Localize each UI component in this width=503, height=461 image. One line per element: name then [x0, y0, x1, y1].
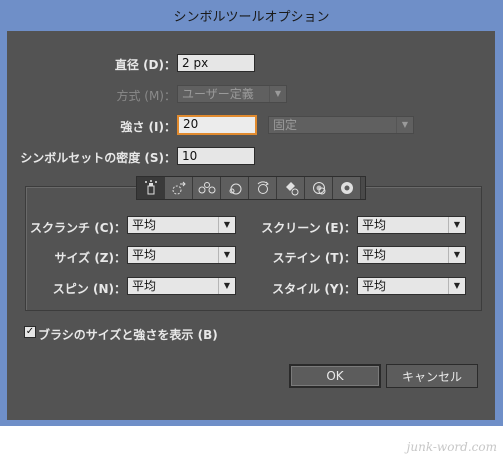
scrunch-label: スクランチ (C)： — [30, 221, 126, 235]
symbol-screener-button[interactable] — [305, 177, 333, 199]
stain-label: ステイン (T)： — [272, 251, 356, 265]
chevron-down-icon: ▼ — [448, 217, 465, 233]
diameter-label: 直径 (D)： — [114, 58, 176, 72]
symbol-shifter-button[interactable] — [165, 177, 193, 199]
screen-dropdown[interactable]: 平均 ▼ — [357, 216, 466, 234]
shifter-icon — [172, 181, 186, 195]
ok-button-label: OK — [326, 369, 344, 383]
chevron-down-icon: ▼ — [269, 86, 286, 102]
intensity-label: 強さ (I)： — [120, 120, 176, 134]
ok-button[interactable]: OK — [289, 364, 381, 388]
screen-value: 平均 — [362, 218, 387, 232]
method-dropdown: ユーザー定義 ▼ — [177, 85, 287, 103]
pressure-dropdown: 固定 ▼ — [268, 116, 414, 134]
spin-value: 平均 — [132, 279, 157, 293]
diameter-field[interactable]: 2 px — [177, 54, 255, 72]
cancel-button-label: キャンセル — [401, 369, 462, 384]
sprayer-icon — [144, 180, 157, 195]
size-value: 平均 — [132, 248, 157, 262]
symbol-sprayer-button[interactable] — [137, 177, 165, 199]
show-brush-checkbox[interactable]: ✓ — [24, 326, 36, 338]
symbol-styler-button[interactable] — [333, 177, 361, 199]
size-label: サイズ (Z)： — [54, 251, 127, 265]
spinner-icon — [257, 181, 269, 194]
symbol-stainer-button[interactable] — [277, 177, 305, 199]
symbol-tool-bar — [136, 176, 366, 200]
pressure-value: 固定 — [273, 118, 298, 132]
stain-dropdown[interactable]: 平均 ▼ — [357, 246, 466, 264]
show-brush-label[interactable]: ブラシのサイズと強さを表示 (B) — [38, 326, 218, 343]
title-bar[interactable]: シンボルツールオプション — [0, 0, 503, 31]
density-label: シンボルセットの密度 (S)： — [20, 151, 176, 165]
screen-label: スクリーン (E)： — [261, 221, 356, 235]
chevron-down-icon: ▼ — [218, 278, 235, 294]
size-dropdown[interactable]: 平均 ▼ — [127, 246, 236, 264]
density-field[interactable]: 10 — [177, 147, 255, 165]
sizer-icon — [229, 183, 241, 195]
scruncher-icon — [198, 182, 215, 194]
dialog-title: シンボルツールオプション — [173, 10, 330, 25]
method-value: ユーザー定義 — [182, 87, 254, 101]
scrunch-dropdown[interactable]: 平均 ▼ — [127, 216, 236, 234]
stain-value: 平均 — [362, 248, 387, 262]
symbol-spinner-button[interactable] — [249, 177, 277, 199]
style-label: スタイル (Y)： — [272, 282, 356, 296]
chevron-down-icon: ▼ — [448, 247, 465, 263]
spin-label: スピン (N)： — [52, 282, 126, 296]
method-label: 方式 (M)： — [116, 89, 176, 103]
spin-dropdown[interactable]: 平均 ▼ — [127, 277, 236, 295]
scrunch-value: 平均 — [132, 218, 157, 232]
symbol-sizer-button[interactable] — [221, 177, 249, 199]
styler-icon — [340, 182, 353, 194]
stainer-icon — [285, 182, 298, 196]
symbol-scruncher-button[interactable] — [193, 177, 221, 199]
cancel-button[interactable]: キャンセル — [386, 364, 478, 388]
chevron-down-icon: ▼ — [218, 247, 235, 263]
style-dropdown[interactable]: 平均 ▼ — [357, 277, 466, 295]
watermark: junk-word.com — [406, 440, 497, 454]
chevron-down-icon: ▼ — [448, 278, 465, 294]
style-value: 平均 — [362, 279, 387, 293]
checkmark-icon: ✓ — [25, 326, 35, 337]
intensity-field[interactable]: 20 — [177, 115, 257, 135]
screener-icon — [312, 182, 325, 195]
chevron-down-icon: ▼ — [218, 217, 235, 233]
chevron-down-icon: ▼ — [396, 117, 413, 133]
